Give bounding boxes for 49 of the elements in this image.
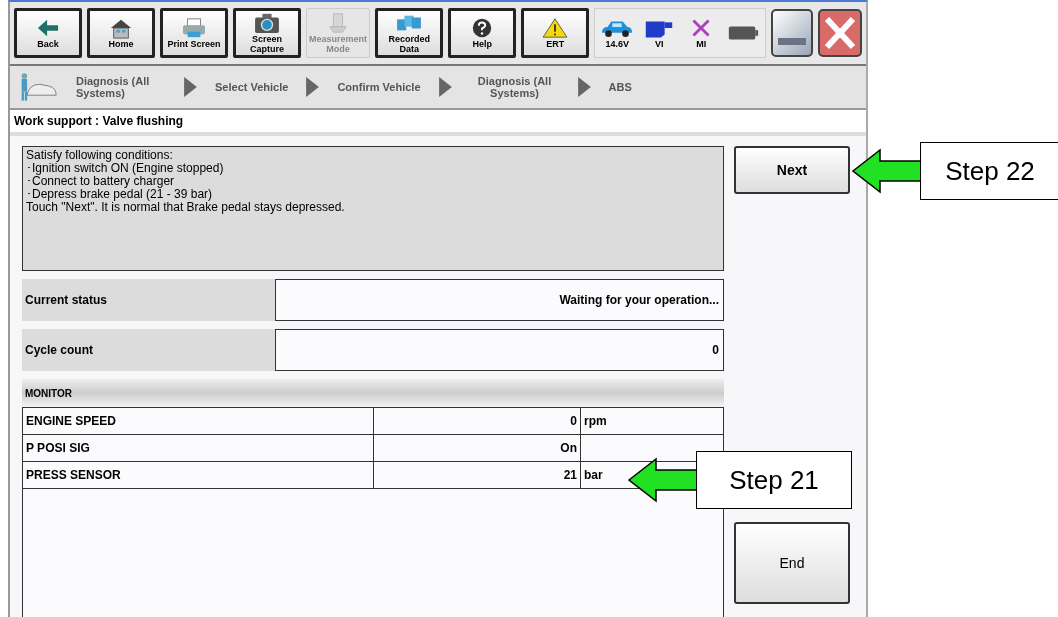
table-cell: On (373, 434, 581, 462)
breadcrumb-step: Diagnosis (All Systems) (70, 75, 172, 99)
end-button[interactable]: End (734, 522, 850, 604)
table-cell: P POSI SIG (22, 434, 374, 462)
table-cell: 0 (373, 407, 581, 435)
camera-icon (253, 12, 281, 34)
toolbar-button[interactable]: Home (87, 8, 155, 58)
monitor-header: MONITOR (22, 379, 724, 407)
table-cell: rpm (580, 407, 724, 435)
step-callout: Step 22 (920, 142, 1058, 200)
instruction-line: Satisfy following conditions: (26, 149, 174, 162)
printer-icon (180, 17, 208, 39)
step-arrow-icon (184, 77, 197, 97)
pointer-arrow (628, 457, 698, 503)
step-callout: Step 21 (696, 451, 852, 509)
breadcrumb-step: Select Vehicle (209, 81, 295, 93)
table-cell: 21 (373, 461, 581, 489)
breadcrumb-step: ABS (602, 81, 638, 93)
next-button[interactable]: Next (734, 146, 850, 194)
warning-icon (541, 17, 570, 39)
breadcrumb-step: Diagnosis (All Systems) (463, 75, 566, 99)
toolbar-button[interactable]: Back (14, 8, 82, 58)
toolbar-button[interactable]: Recorded Data (375, 8, 444, 58)
step-arrow-icon (577, 77, 591, 97)
instruction-line: ･Ignition switch ON (Engine stopped) (26, 162, 225, 175)
status-label: 14.6V (605, 39, 629, 49)
pointer-arrow (852, 148, 922, 194)
step-arrow-icon (438, 77, 452, 97)
instruction-line: ･Depress brake pedal (21 - 39 bar) (26, 188, 214, 201)
instruction-line: ･Connect to battery charger (26, 175, 176, 188)
toolbar-button[interactable]: Screen Capture (233, 8, 301, 58)
minimize-icon (778, 37, 807, 45)
field-label: Current status (22, 279, 275, 321)
field-value: 0 (275, 329, 724, 371)
field-value: Waiting for your operation... (275, 279, 724, 321)
breadcrumb-step: Confirm Vehicle (331, 81, 427, 93)
table-cell: ENGINE SPEED (22, 407, 374, 435)
status-label: VI (654, 39, 664, 49)
toolbar-button[interactable]: Help (448, 8, 517, 58)
minimize-button[interactable] (771, 9, 813, 57)
page-title: Work support : Valve flushing (10, 110, 866, 136)
step-arrow-icon (306, 77, 320, 97)
toolbar-button[interactable]: ERT (521, 8, 590, 58)
instruction-line: Touch "Next". It is normal that Brake pedal stays depressed. (26, 201, 346, 214)
toolbar-button[interactable]: Print Screen (160, 8, 228, 58)
field-label: Cycle count (22, 329, 275, 371)
status-label: MI (696, 39, 707, 49)
table-cell: PRESS SENSOR (22, 461, 374, 489)
close-button[interactable] (818, 9, 862, 57)
